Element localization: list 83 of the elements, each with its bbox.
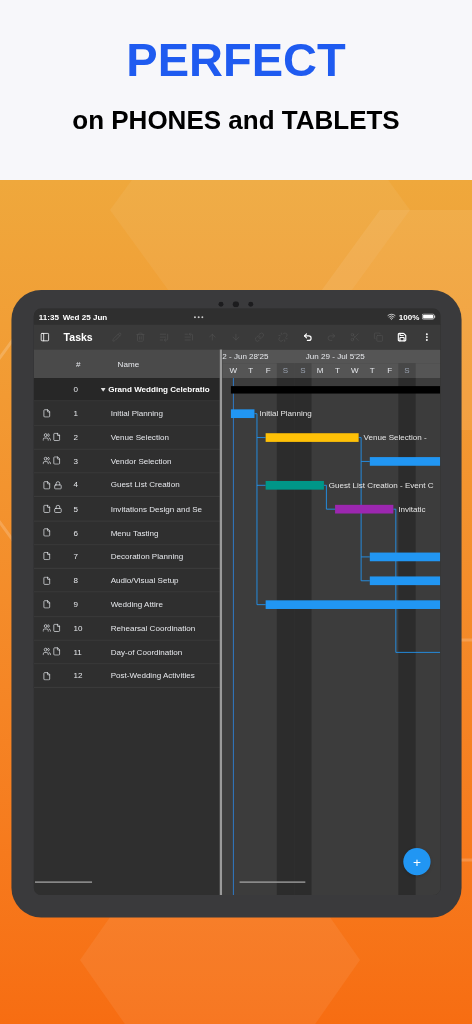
toolbar-title: Tasks [63,329,93,345]
task-number: 8 [72,574,79,587]
task-name: Wedding Attire [110,598,163,611]
task-number: 3 [72,455,79,467]
task-name: Rehearsal Coordination [110,622,195,634]
file-icon [51,456,61,466]
task-bar[interactable] [230,409,254,419]
day-label: W [349,364,360,377]
task-number: 4 [72,479,79,491]
file-icon [41,575,51,585]
file-icon [51,623,61,633]
task-row[interactable]: 6 Menu Tasting [33,521,220,546]
sidebar-icon [39,332,50,343]
file-icon [41,552,51,561]
people-icon [41,456,51,466]
task-bar[interactable] [265,433,359,442]
task-row[interactable]: 0 Grand Wedding Celebratio [33,378,220,402]
file-icon [41,671,51,681]
task-number: 2 [72,431,79,443]
week-label: 2 - Jun 28'25 [221,350,269,363]
collapse-caret-icon[interactable] [100,387,106,392]
day-label: T [368,364,376,377]
people-icon [41,623,51,633]
people-icon [41,432,51,442]
task-bar[interactable] [334,504,393,514]
day-label: S [276,363,294,379]
task-name: Menu Tasting [110,526,158,539]
bar-label: Venue Selection - [363,433,427,443]
task-name: Grand Wedding Celebratio [107,383,210,396]
task-name: Post-Wedding Activities [110,670,195,682]
task-number: 5 [72,502,79,515]
bar-label: Initial Planning [258,409,312,419]
day-label: T [333,364,341,377]
task-number: 7 [72,550,79,563]
battery-icon [421,313,435,320]
task-name: Initial Planning [110,407,163,420]
summary-bar[interactable] [230,386,440,394]
file-icon [41,408,51,418]
task-bar[interactable] [369,552,440,562]
task-number: 9 [72,598,79,611]
day-label: S [397,363,416,379]
battery-percent: 100% [398,310,419,323]
week-label: Jun 29 - Jul 5'25 [305,350,365,363]
column-header: Name [117,358,139,370]
day-label: W [228,364,238,377]
status-time: 11:35 [38,310,59,323]
file-icon [51,432,61,442]
task-name: Invitations Design and Se [110,502,202,515]
task-number: 1 [72,407,79,420]
task-name: Day-of Coordination [110,646,182,658]
day-label: T [246,364,254,377]
file-icon [41,599,51,609]
task-number: 0 [72,383,79,396]
file-icon [41,480,51,490]
task-name: Audio/Visual Setup [110,574,179,587]
file-icon [51,647,61,657]
lock-icon [53,480,62,490]
subheadline: on PHONES and TABLETS [72,105,400,135]
people-icon [41,647,51,657]
task-number: 11 [72,646,83,658]
day-label: F [264,364,272,377]
task-bar[interactable] [369,576,440,586]
wifi-icon [387,312,396,321]
headline: PERFECT [126,33,346,87]
task-bar[interactable] [265,480,324,490]
task-name: Guest List Creation [110,479,180,491]
bar-label: Guest List Creation - Event C [328,481,434,491]
status-date: Wed 25 Jun [62,310,107,323]
multitask-dots-icon [193,315,204,318]
task-name: Decoration Planning [110,550,183,563]
day-label: F [385,364,393,377]
task-number: 6 [72,526,79,539]
task-number: 12 [72,670,83,682]
column-header: # [75,358,80,370]
file-icon [41,528,51,537]
task-name: Venue Selection [110,431,169,443]
camera-icon [216,301,254,308]
task-number: 10 [72,622,83,634]
lock-icon [53,504,62,514]
day-label: M [315,364,325,377]
bar-label: Invitatic [397,504,426,514]
file-icon [41,504,51,514]
task-name: Vendor Selection [110,455,172,467]
